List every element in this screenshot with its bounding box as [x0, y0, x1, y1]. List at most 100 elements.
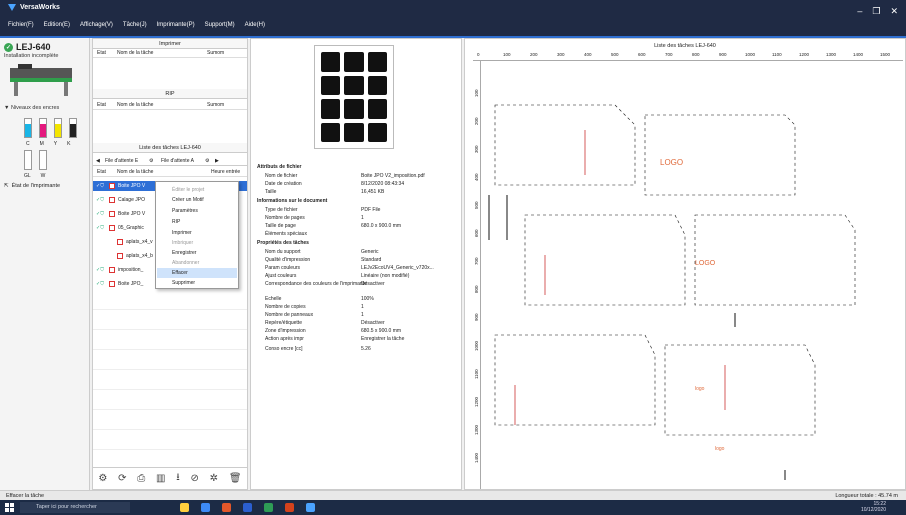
ink-levels [24, 118, 77, 138]
prev-tab-icon[interactable]: ◀ [96, 156, 100, 166]
info-row: Éléments spéciaux [265, 231, 307, 237]
context-menu: Éditer le projet Créer un Motif Paramètr… [155, 181, 239, 289]
printer-image [10, 64, 72, 96]
printer-model: LEJ-640 [16, 42, 51, 52]
pdf-icon [109, 211, 115, 217]
menu-item-save[interactable]: Enregistrer [172, 250, 196, 256]
pdf-icon [109, 183, 115, 189]
print-queue-title: Imprimer [93, 39, 247, 49]
ink-white [39, 150, 47, 170]
pdf-icon [109, 267, 115, 273]
taskbar-search[interactable]: Taper ici pour rechercher [20, 502, 130, 513]
word-icon[interactable] [243, 503, 252, 512]
preview-panel: Liste des tâches LEJ-640 0 100 200 300 4… [464, 38, 906, 490]
layout-preview[interactable]: LOGO LOGO logo logo [485, 65, 899, 485]
menu-item-nest[interactable]: Imbriquer [172, 240, 193, 246]
ink-labels-secondary: GL W [24, 173, 45, 179]
info-row: Param couleurs LEJv2EcoUV4_Generic_v720x.… [265, 265, 434, 271]
info-row: Type de fichier PDF File [265, 207, 381, 213]
status-bar: Effacer la tâche Longueur totale : 45.74… [0, 490, 906, 500]
app-title: VersaWorks [20, 4, 60, 11]
check-icon: ✓⛉ [96, 183, 104, 189]
close-button[interactable]: ✕ [890, 6, 898, 17]
info-row: Nombre de copies 1 [265, 304, 364, 310]
system-tray[interactable]: 15:22 10/12/2020 [861, 501, 886, 513]
menu-item-remove[interactable]: Supprimer [172, 280, 195, 286]
ink-black [69, 118, 77, 138]
menu-item-rip[interactable]: RIP [172, 219, 180, 225]
layout-icon[interactable]: ▥ [156, 473, 165, 484]
folder-icon[interactable] [180, 503, 189, 512]
versaworks-taskbar-icon[interactable] [306, 503, 315, 512]
job-toolbar: ⚙ ⟳ ⎙ ▥ ⭳ ⊘ ✲ 🗑 [93, 467, 247, 489]
tab-queue-e[interactable]: File d'attente E [105, 156, 138, 166]
info-row: Repère/étiquette Désactiver [265, 320, 385, 326]
info-row: Action après impr Enregistrer la tâche [265, 336, 405, 342]
gear-icon[interactable]: ⚙ [149, 156, 153, 166]
edge-icon[interactable] [201, 503, 210, 512]
pdf-icon [109, 225, 115, 231]
info-row: Echelle 100% [265, 296, 374, 302]
menu-affichage[interactable]: Affichage(V) [80, 22, 113, 28]
maximize-button[interactable]: ❐ [872, 6, 880, 17]
svg-text:logo: logo [715, 446, 725, 452]
printer-name[interactable]: ✓ LEJ-640 [4, 42, 51, 52]
job-list-columns: Etat Nom de la tâche Heure entrée [93, 168, 247, 177]
pdf-icon [117, 239, 123, 245]
svg-text:LOGO: LOGO [660, 158, 683, 167]
printer-status-label: État de l'imprimante [11, 183, 61, 189]
printer-status-link[interactable]: ⇱ État de l'imprimante [4, 183, 60, 189]
rip-icon[interactable]: ⟳ [118, 473, 126, 484]
ink-levels-title[interactable]: ▼ Niveaux des encres [4, 105, 59, 111]
file-info-panel: Attributs de fichier Nom de fichier Boite… [250, 38, 462, 490]
job-thumbnail [314, 45, 394, 149]
pdf-icon [117, 253, 123, 259]
os-taskbar: Taper ici pour rechercher 15:22 10/12/20… [0, 500, 906, 515]
rip-queue-title: RIP [93, 89, 247, 99]
windows-start-icon[interactable] [5, 503, 14, 512]
menu-item-print[interactable]: Imprimer [172, 230, 192, 236]
info-row: Nom de fichier Boite JPO V2_imposition.pd… [265, 173, 425, 179]
menu-item-delete[interactable]: Effacer [172, 270, 188, 276]
check-icon: ✓ [4, 42, 13, 52]
trash-icon[interactable]: 🗑 [229, 473, 242, 484]
tab-queue-a[interactable]: File d'attente A [161, 156, 194, 166]
ink-magenta [39, 118, 47, 138]
menu-fichier[interactable]: Fichier(F) [8, 22, 34, 28]
download-icon[interactable]: ⭳ [176, 470, 180, 487]
print-icon[interactable]: ⎙ [137, 473, 145, 484]
spinner-icon[interactable]: ✲ [210, 473, 218, 484]
ink-label-k: K [67, 141, 71, 147]
menu-support[interactable]: Support(M) [205, 22, 235, 28]
powerpoint-icon[interactable] [285, 503, 294, 512]
info-row: Taille de page 680.0 x 900.0 mm [265, 223, 402, 229]
app-icon[interactable] [222, 503, 231, 512]
next-tab-icon[interactable]: ▶ [215, 156, 219, 166]
check-icon: ✓⛉ [96, 267, 104, 273]
ink-label-w: W [40, 173, 46, 179]
minimize-button[interactable]: – [857, 6, 862, 17]
menu-item-abandon[interactable]: Abandonner [172, 260, 199, 266]
info-row: Nom du support Generic [265, 249, 379, 255]
excel-icon[interactable] [264, 503, 273, 512]
ink-label-y: Y [53, 141, 58, 147]
preview-title: Liste des tâches LEJ-640 [654, 43, 716, 49]
ink-labels: C M Y K [26, 141, 70, 147]
menu-item-create-pattern[interactable]: Créer un Motif [172, 197, 204, 203]
menu-tache[interactable]: Tâche(J) [123, 22, 147, 28]
menu-item-settings[interactable]: Paramètres [172, 208, 198, 214]
menu-item-edit-project[interactable]: Éditer le projet [172, 187, 204, 193]
menu-edition[interactable]: Edition(E) [44, 22, 70, 28]
check-icon: ✓⛉ [96, 225, 104, 231]
job-list-title: Liste des tâches LEJ-640 [93, 143, 247, 153]
settings-icon[interactable]: ⚙ [98, 473, 107, 484]
info-row: Conso encre [cc] 5.26 [265, 346, 371, 352]
gear-icon[interactable]: ⚙ [205, 156, 209, 166]
cancel-icon[interactable]: ⊘ [191, 473, 199, 484]
menu-aide[interactable]: Aide(H) [245, 22, 265, 28]
info-row: Ajust couleurs Linéaire (non modifié) [265, 273, 410, 279]
horizontal-ruler: 0 100 200 300 400 500 600 700 800 900 10… [473, 51, 903, 61]
rip-queue-columns: Etat Nom de la tâche Sumom [93, 101, 247, 110]
menu-imprimante[interactable]: Imprimante(P) [157, 22, 195, 28]
ink-cyan [24, 118, 32, 138]
